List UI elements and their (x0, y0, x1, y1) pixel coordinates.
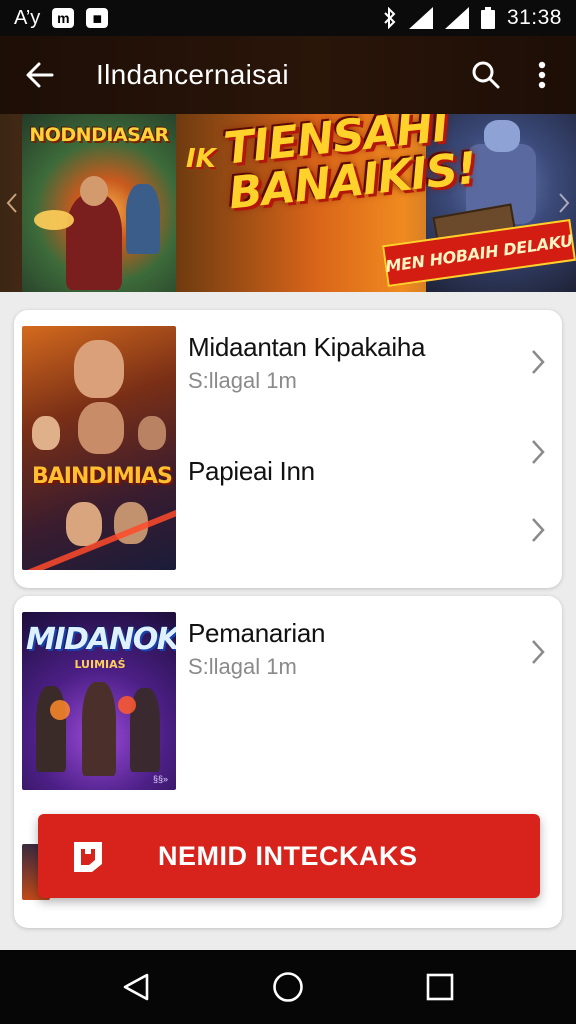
poster-character-left (32, 416, 60, 450)
poster-corner-mark: §§» (152, 774, 168, 784)
more-vertical-icon (538, 61, 546, 89)
page-title: Ilndancernaisai (96, 59, 289, 90)
app-bar: Ilndancernaisai (0, 36, 576, 114)
poster-image-1[interactable]: BAINDIMIAS (22, 326, 176, 570)
search-button[interactable] (458, 47, 514, 103)
app-logo-icon (70, 838, 106, 874)
poster-character-bottom-left (66, 502, 102, 546)
poster-fighter-center (82, 682, 116, 776)
list-row-4[interactable]: Pemanarian S:llagal 1m (186, 618, 562, 679)
poster-fire-effect (50, 700, 70, 720)
poster-logo-2: MIDANOK (26, 622, 176, 657)
banner-blast-effect (34, 210, 74, 230)
list-row-1[interactable]: Midaantan Kipakaiha S:llagal 1m (186, 332, 562, 393)
notification-icon-square: ◼ (86, 8, 109, 28)
banner-hero-head (80, 176, 108, 206)
banner-next-button[interactable] (552, 182, 576, 224)
nav-back-button[interactable] (108, 959, 164, 1015)
status-left: A’y m ◼ (14, 6, 109, 30)
carrier-label: A’y (14, 6, 41, 29)
search-icon (472, 61, 500, 89)
banner-prev-button[interactable] (0, 182, 24, 224)
row-subtitle: S:llagal 1m (188, 368, 297, 393)
poster-character-center (78, 402, 124, 454)
promo-banner[interactable]: NODNDIASAR IK TIENSAHI BANAIKIS! MEN HOB… (0, 114, 576, 292)
nav-recents-icon (426, 973, 454, 1001)
battery-icon (480, 7, 495, 29)
system-nav-bar (0, 950, 576, 1024)
nav-back-icon (123, 973, 149, 1001)
nav-home-button[interactable] (260, 959, 316, 1015)
poster-logo-1: BAINDIMIAS (32, 464, 173, 489)
poster-fighter-left (36, 686, 66, 772)
chevron-right-icon (526, 346, 550, 378)
back-button[interactable] (12, 47, 68, 103)
notification-icon-m: m (52, 8, 75, 28)
banner-headline-prefix: IK (186, 144, 216, 174)
bluetooth-icon (384, 7, 396, 29)
cta-label: NEMID INTECKAKS (158, 840, 418, 871)
banner-hero-figure (66, 194, 122, 290)
row-subtitle: S:llagal 1m (188, 654, 297, 679)
row-title: Midaantan Kipakaiha (188, 332, 426, 362)
more-options-button[interactable] (514, 47, 570, 103)
list-row-2[interactable]: Papieai Inn (186, 440, 562, 516)
nav-home-icon (273, 972, 303, 1002)
banner-robot-head (484, 120, 520, 152)
arrow-left-icon (26, 62, 54, 88)
nav-recents-button[interactable] (412, 959, 468, 1015)
row-title: Papieai Inn (188, 456, 315, 486)
banner-left-title: NODNDIASAR (29, 124, 169, 146)
chevron-right-icon (526, 436, 550, 468)
banner-sidekick-figure (126, 184, 160, 254)
chevron-right-icon (559, 193, 570, 213)
poster-character-right (138, 416, 166, 450)
poster-sublogo-2: LUIMIAŚ (74, 658, 126, 671)
status-bar: A’y m ◼ 31:38 (0, 0, 576, 36)
row-title: Pemanarian (188, 618, 326, 648)
status-right: 31:38 (383, 6, 562, 30)
app-bar-actions (458, 47, 570, 103)
poster-image-2[interactable]: MIDANOK LUIMIAŚ §§» (22, 612, 176, 790)
list-row-3[interactable] (186, 514, 562, 574)
poster-character-top (74, 340, 124, 398)
signal-icon-2 (444, 7, 469, 29)
clock: 31:38 (506, 6, 562, 29)
signal-icon (408, 7, 433, 29)
chevron-right-icon (526, 514, 550, 546)
chevron-left-icon (6, 193, 17, 213)
primary-cta-button[interactable]: NEMID INTECKAKS (38, 814, 540, 898)
chevron-right-icon (526, 636, 550, 668)
content-card-1: BAINDIMIAS Midaantan Kipakaiha S:llagal … (14, 310, 562, 588)
poster-fire-effect-2 (118, 696, 136, 714)
